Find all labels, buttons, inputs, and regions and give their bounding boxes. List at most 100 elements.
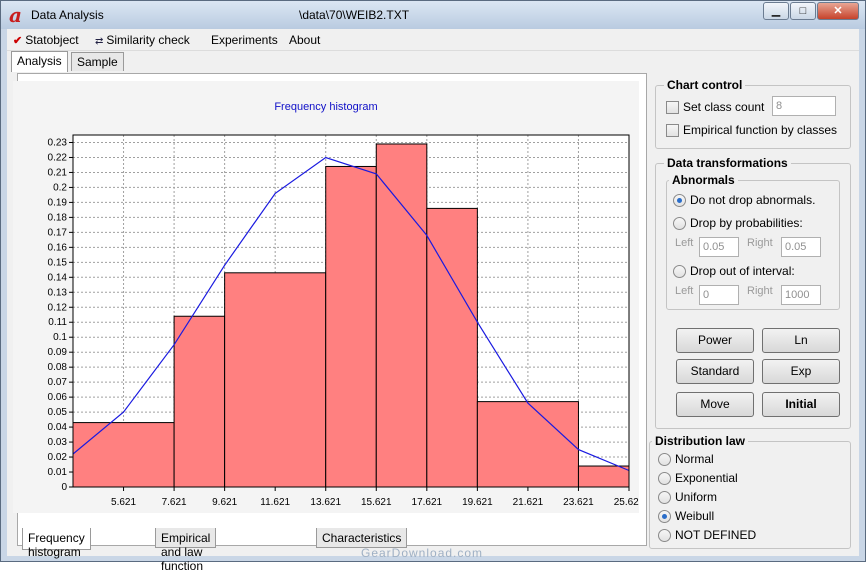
radio-label: Uniform [675,490,718,504]
standard-button[interactable]: Standard [676,359,754,384]
y-tick-label: 0.18 [48,212,68,223]
interval-right-label: Right [747,285,773,297]
histogram-bar [173,315,226,488]
exp-button[interactable]: Exp [762,359,840,384]
radio-circle[interactable] [658,509,671,523]
x-tick-label: 13.621 [310,497,341,508]
chart-control-group: Chart control Set class count 8 Empirica… [655,78,851,149]
title-bar: a Data Analysis \data\70\WEIB2.TXT ▁ □ ✕ [1,1,865,29]
abnormals-group: Abnormals Do not drop abnormals. Drop by… [666,173,840,310]
radio-law-weibull[interactable]: Weibull [658,509,714,523]
radio-circle[interactable] [658,471,671,485]
checkbox-box[interactable] [666,100,679,114]
x-tick-label: 21.621 [513,497,544,508]
y-tick-label: 0.06 [48,392,68,403]
tab-sample[interactable]: Sample [71,52,124,71]
y-tick-label: 0.14 [48,272,68,283]
power-button[interactable]: Power [676,328,754,353]
abnormals-title: Abnormals [669,173,738,187]
distribution-law-title: Distribution law [652,434,748,448]
x-tick-label: 19.621 [462,497,493,508]
empirical-by-classes-checkbox[interactable]: Empirical function by classes [666,123,837,137]
prob-right-label: Right [747,237,773,249]
set-class-count-checkbox[interactable]: Set class count [666,100,764,114]
histogram-bar [325,165,377,488]
distribution-law-group: Distribution law Normal Exponential Unifor… [649,434,851,549]
y-tick-label: 0 [61,482,67,493]
prob-left-label: Left [675,237,694,249]
prob-right-input[interactable]: 0.05 [781,237,821,257]
ln-button[interactable]: Ln [762,328,840,353]
x-tick-label: 5.621 [111,497,136,508]
y-tick-label: 0.07 [48,377,68,388]
radio-label: Normal [675,452,714,466]
initial-button[interactable]: Initial [762,392,840,417]
radio-law-normal[interactable]: Normal [658,452,714,466]
y-tick-label: 0.16 [48,242,68,253]
class-count-input[interactable]: 8 [772,96,836,116]
data-transformations-title: Data transformations [664,156,791,170]
y-tick-label: 0.09 [48,347,68,358]
histogram-bar [375,143,428,488]
histogram-bar [577,465,630,488]
radio-circle[interactable] [673,264,686,278]
radio-law-exponential[interactable]: Exponential [658,471,738,485]
x-tick-label: 15.621 [361,497,392,508]
radio-circle[interactable] [658,452,671,466]
data-transformations-group: Data transformations Abnormals Do not dr… [655,156,851,429]
histogram-bar [426,207,478,488]
radio-law-uniform[interactable]: Uniform [658,490,717,504]
tab-frequency-histogram[interactable]: Frequency histogram [22,528,91,559]
y-tick-label: 0.19 [48,197,68,208]
minimize-button[interactable]: ▁ [763,2,789,20]
watermark: GearDownload.com [361,546,484,560]
menu-about[interactable]: About [289,33,320,47]
y-tick-label: 0.13 [48,287,68,298]
chart-control-title: Chart control [664,78,746,92]
maximize-button[interactable]: □ [790,2,816,20]
menu-bar: ✔ Statobject ⇄ Similarity check Experiment… [7,29,859,51]
y-tick-label: 0.21 [48,167,68,178]
y-tick-label: 0.08 [48,362,68,373]
window-file-path: \data\70\WEIB2.TXT [299,8,410,22]
app-window: a Data Analysis \data\70\WEIB2.TXT ▁ □ ✕… [0,0,866,573]
y-tick-label: 0.01 [48,467,68,478]
window-title: Data Analysis [31,8,104,22]
y-tick-label: 0.2 [53,182,67,193]
radio-circle[interactable] [658,490,671,504]
radio-circle[interactable] [658,528,671,542]
radio-circle[interactable] [673,216,686,230]
tab-empirical-law-function[interactable]: Empirical and law function [155,528,217,573]
interval-left-input[interactable]: 0 [699,285,739,305]
y-tick-label: 0.04 [48,422,68,433]
tab-characteristics[interactable]: Characteristics [316,528,408,548]
y-tick-label: 0.22 [48,152,68,163]
interval-right-input[interactable]: 1000 [781,285,821,305]
y-tick-label: 0.12 [48,302,68,313]
menu-statobject[interactable]: ✔ Statobject [13,33,79,47]
x-tick-label: 17.621 [412,497,443,508]
radio-circle[interactable] [673,193,686,207]
y-tick-label: 0.11 [48,317,67,328]
radio-do-not-drop[interactable]: Do not drop abnormals. [673,193,815,207]
x-tick-label: 7.621 [162,497,187,508]
tab-analysis[interactable]: Analysis [11,51,68,72]
menu-experiments[interactable]: Experiments [211,33,278,47]
move-button[interactable]: Move [676,392,754,417]
close-button[interactable]: ✕ [817,2,859,20]
y-tick-label: 0.17 [48,227,68,238]
interval-left-label: Left [675,285,694,297]
x-tick-label: 11.621 [260,497,290,508]
x-tick-label: 23.621 [563,497,594,508]
app-logo-icon: a [9,3,22,27]
y-tick-label: 0.15 [48,257,68,268]
radio-drop-out-of-interval[interactable]: Drop out of interval: [673,264,795,278]
radio-law-not-defined[interactable]: NOT DEFINED [658,528,756,542]
prob-left-input[interactable]: 0.05 [699,237,739,257]
checkbox-box[interactable] [666,123,679,137]
histogram-chart: 0 0.01 0.02 0.03 0.04 0.05 0.06 0.07 0.08 0.09 0.1… [48,134,639,508]
menu-similarity-check[interactable]: ⇄ Similarity check [95,33,190,47]
y-tick-label: 0.02 [48,452,68,463]
radio-drop-by-probabilities[interactable]: Drop by probabilities: [673,216,803,230]
radio-label: NOT DEFINED [675,528,757,542]
